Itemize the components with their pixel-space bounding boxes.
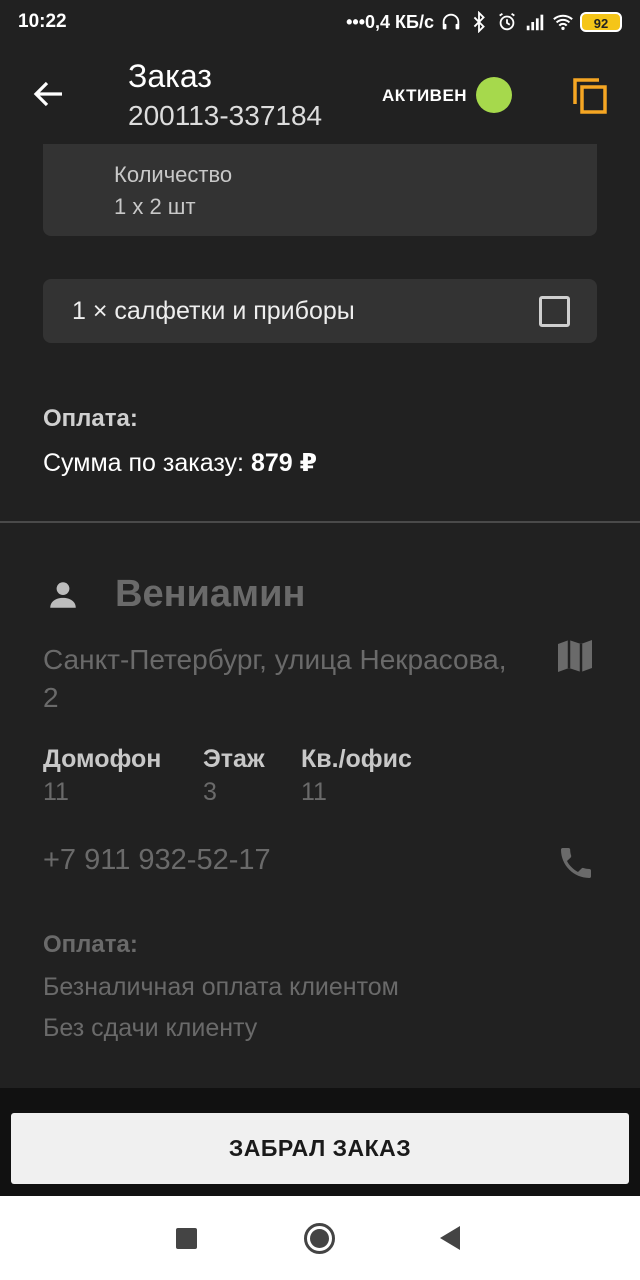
status-time: 10:22 (18, 11, 67, 32)
order-status-label: АКТИВЕН (382, 86, 468, 105)
sum-label: Сумма по заказу: (43, 449, 244, 477)
order-sum: Сумма по заказу: 879 ₽ (43, 448, 317, 478)
status-indicator-dot (476, 77, 512, 113)
wifi-icon (553, 14, 573, 31)
system-nav-bar (0, 1196, 640, 1280)
floor-field: Этаж 3 (203, 745, 265, 807)
status-icons: •••0,4 КБ/с 92 (346, 9, 622, 35)
copy-button[interactable] (568, 74, 612, 118)
section-divider (0, 521, 640, 523)
home-icon[interactable] (304, 1223, 335, 1254)
alarm-icon (499, 12, 515, 31)
payment-method: Безналичная оплата клиентом (43, 973, 399, 1001)
apartment-value: 11 (301, 778, 327, 806)
back-arrow-icon (33, 81, 62, 107)
network-speed: •••0,4 КБ/с (346, 11, 434, 32)
phone-icon (561, 848, 591, 878)
intercom-value: 11 (43, 778, 69, 806)
page-title: Заказ (128, 58, 212, 94)
apartment-field: Кв./офис 11 (301, 745, 412, 807)
action-area: ЗАБРАЛ ЗАКАЗ (0, 1088, 640, 1196)
customer-name: Вениамин (115, 573, 306, 615)
map-icon (558, 640, 592, 672)
floor-value: 3 (203, 778, 217, 806)
quantity-label: Количество (114, 162, 233, 187)
person-icon (50, 582, 76, 608)
customer-address: Санкт-Петербург, улица Некрасова, 2 (43, 644, 507, 713)
call-button[interactable] (556, 843, 596, 883)
order-number: 200113-337184 (128, 100, 323, 131)
copy-icon (573, 78, 607, 114)
order-payment-title: Оплата: (43, 405, 138, 432)
intercom-label: Домофон (43, 745, 162, 773)
extra-item-checkbox[interactable] (539, 296, 570, 327)
map-button[interactable] (556, 638, 594, 674)
sum-value: 879 ₽ (250, 449, 318, 477)
apartment-label: Кв./офис (301, 745, 412, 773)
quantity-card: Количество 1 x 2 шт (43, 144, 597, 236)
change-note: Без сдачи клиенту (43, 1014, 258, 1042)
floor-label: Этаж (203, 745, 265, 773)
recent-apps-icon[interactable] (176, 1228, 197, 1249)
status-bar: 10:22 •••0,4 КБ/с 92 (0, 0, 640, 44)
extra-item-label: 1 × салфетки и приборы (72, 297, 355, 325)
headset-icon (442, 13, 460, 30)
quantity-value: 1 x 2 шт (114, 194, 196, 219)
extra-item-card[interactable]: 1 × салфетки и приборы (43, 279, 597, 343)
intercom-field: Домофон 11 (43, 745, 161, 807)
signal-icon (526, 14, 544, 31)
battery-indicator: 92 (580, 12, 622, 32)
back-button[interactable] (22, 72, 74, 116)
customer-payment-title: Оплата: (43, 931, 138, 958)
picked-up-order-button[interactable]: ЗАБРАЛ ЗАКАЗ (11, 1113, 629, 1184)
customer-phone[interactable]: +7 911 932-52-17 (43, 844, 271, 877)
home-icon-inner (310, 1229, 329, 1248)
back-icon[interactable] (440, 1226, 460, 1250)
bluetooth-icon (473, 11, 485, 33)
app-bar: Заказ 200113-337184 АКТИВЕН (0, 44, 640, 144)
